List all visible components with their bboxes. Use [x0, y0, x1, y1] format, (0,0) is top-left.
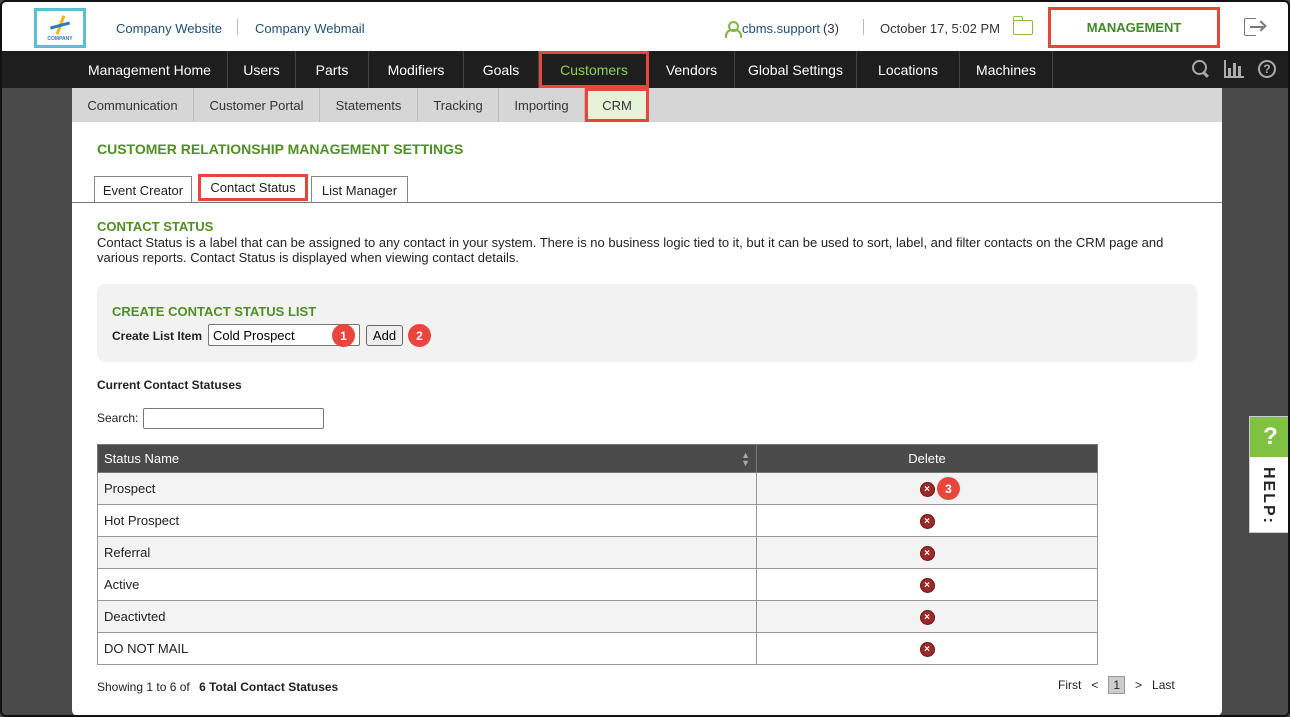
nav-parts[interactable]: Parts: [296, 51, 369, 88]
nav-users[interactable]: Users: [228, 51, 296, 88]
company-logo[interactable]: COMPANY: [34, 8, 86, 48]
pager-current-page[interactable]: 1: [1108, 676, 1126, 694]
delete-icon[interactable]: ×: [919, 609, 935, 625]
delete-cell: ×: [756, 536, 1098, 569]
table-row: Referral ×: [97, 536, 1098, 569]
management-button[interactable]: MANAGEMENT: [1048, 7, 1220, 48]
subnav-customer-portal[interactable]: Customer Portal: [194, 88, 320, 122]
table-row: Active ×: [97, 568, 1098, 601]
create-list-panel: CREATE CONTACT STATUS LIST Create List I…: [97, 284, 1197, 362]
tab-contact-status[interactable]: Contact Status: [198, 174, 308, 201]
user-count: (3): [823, 20, 839, 36]
status-name-cell: Active: [97, 568, 757, 601]
main-content: CUSTOMER RELATIONSHIP MANAGEMENT SETTING…: [72, 122, 1222, 715]
table-row: DO NOT MAIL ×: [97, 632, 1098, 665]
add-button[interactable]: Add: [366, 325, 403, 346]
delete-cell: ×: [756, 568, 1098, 601]
status-name-cell: DO NOT MAIL: [97, 632, 757, 665]
step-marker-2: 2: [408, 324, 431, 347]
current-datetime: October 17, 5:02 PM: [880, 21, 1000, 36]
delete-icon[interactable]: ×: [919, 481, 935, 497]
sort-icon[interactable]: ▲ ▼: [741, 450, 750, 467]
table-row: Hot Prospect ×: [97, 504, 1098, 537]
search-input[interactable]: [143, 408, 324, 429]
nav-modifiers[interactable]: Modifiers: [369, 51, 464, 88]
user-account[interactable]: cbms.support (3): [724, 20, 839, 38]
tabs-divider: [72, 202, 1222, 203]
sub-nav: Communication Customer Portal Statements…: [72, 88, 1222, 122]
delete-icon[interactable]: ×: [919, 641, 935, 657]
pager-prev[interactable]: <: [1091, 678, 1098, 692]
delete-cell: ×: [756, 600, 1098, 633]
chart-icon[interactable]: [1224, 60, 1244, 78]
app-window: COMPANY Company Website Company Webmail …: [0, 0, 1290, 717]
total-count: 6 Total Contact Statuses: [199, 680, 339, 694]
step-marker-1: 1: [332, 324, 355, 347]
tab-list-manager[interactable]: List Manager: [311, 176, 408, 203]
delete-icon[interactable]: ×: [919, 577, 935, 593]
company-website-link[interactable]: Company Website: [116, 21, 222, 36]
status-name-cell: Deactivted: [97, 600, 757, 633]
pagination: First < 1 > Last: [1053, 676, 1180, 694]
step-marker-3: 3: [937, 477, 960, 500]
status-name-cell: Hot Prospect: [97, 504, 757, 537]
nav-machines[interactable]: Machines: [960, 51, 1053, 88]
nav-vendors[interactable]: Vendors: [649, 51, 735, 88]
create-list-title: CREATE CONTACT STATUS LIST: [112, 304, 317, 319]
status-name-header-label: Status Name: [104, 450, 180, 466]
delete-icon[interactable]: ×: [919, 513, 935, 529]
divider: [237, 19, 238, 35]
status-name-cell: Referral: [97, 536, 757, 569]
help-label: HELP:: [1260, 467, 1277, 525]
nav-locations[interactable]: Locations: [857, 51, 960, 88]
delete-icon[interactable]: ×: [919, 545, 935, 561]
help-question-icon: ?: [1250, 417, 1288, 457]
delete-cell: ×: [756, 504, 1098, 537]
pager-last[interactable]: Last: [1152, 678, 1175, 692]
current-statuses-title: Current Contact Statuses: [97, 378, 242, 392]
column-header-delete: Delete: [756, 444, 1098, 473]
page-title: CUSTOMER RELATIONSHIP MANAGEMENT SETTING…: [97, 141, 464, 157]
nav-customers[interactable]: Customers: [539, 51, 649, 88]
divider: [863, 19, 864, 35]
help-icon[interactable]: ?: [1258, 60, 1276, 78]
company-webmail-link[interactable]: Company Webmail: [255, 21, 365, 36]
nav-goals[interactable]: Goals: [464, 51, 539, 88]
search-icon[interactable]: [1192, 60, 1210, 78]
nav-global-settings[interactable]: Global Settings: [735, 51, 857, 88]
status-name-cell: Prospect: [97, 472, 757, 505]
logout-icon[interactable]: [1244, 18, 1267, 36]
user-icon: [724, 20, 742, 38]
subnav-communication[interactable]: Communication: [72, 88, 194, 122]
user-name[interactable]: cbms.support: [742, 21, 820, 36]
pager-first[interactable]: First: [1058, 678, 1081, 692]
subnav-importing[interactable]: Importing: [499, 88, 585, 122]
folder-icon[interactable]: [1012, 16, 1033, 35]
section-title: CONTACT STATUS: [97, 219, 214, 234]
nav-management-home[interactable]: Management Home: [72, 51, 228, 88]
contact-status-table: Status Name ▲ ▼ Delete Prospect × 3 Hot P…: [97, 444, 1098, 665]
main-nav: Management Home Users Parts Modifiers Go…: [2, 51, 1288, 88]
search-label: Search:: [97, 411, 139, 425]
help-side-tab[interactable]: ? HELP:: [1249, 416, 1288, 533]
section-description: Contact Status is a label that can be as…: [97, 235, 1164, 265]
table-row: Deactivted ×: [97, 600, 1098, 633]
subnav-statements[interactable]: Statements: [320, 88, 418, 122]
logo-star-icon: [50, 15, 70, 35]
subnav-crm[interactable]: CRM: [585, 88, 649, 122]
showing-text: Showing 1 to 6 of: [97, 680, 190, 694]
table-row: Prospect × 3: [97, 472, 1098, 505]
delete-cell: ×: [756, 632, 1098, 665]
delete-cell: × 3: [756, 472, 1098, 505]
subnav-tracking[interactable]: Tracking: [418, 88, 499, 122]
top-header: COMPANY Company Website Company Webmail …: [2, 2, 1288, 51]
showing-summary: Showing 1 to 6 of 6 Total Contact Status…: [97, 680, 338, 694]
nav-tools: ?: [1192, 60, 1276, 78]
tab-event-creator[interactable]: Event Creator: [94, 176, 192, 203]
logo-text: COMPANY: [47, 35, 73, 42]
create-list-label: Create List Item: [112, 329, 203, 343]
pager-next[interactable]: >: [1135, 678, 1142, 692]
column-header-status-name[interactable]: Status Name ▲ ▼: [97, 444, 757, 473]
